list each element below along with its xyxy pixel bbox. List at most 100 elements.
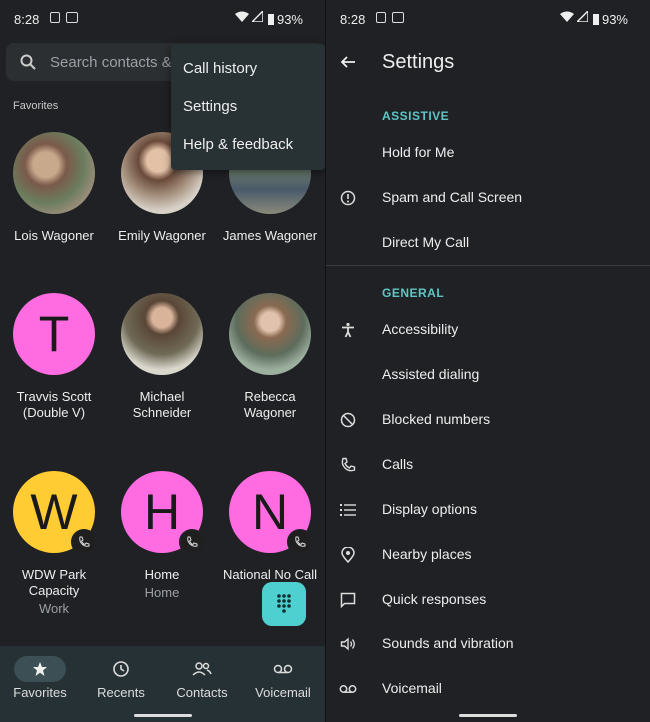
- setting-quick-responses[interactable]: Quick responses: [326, 580, 650, 620]
- contact-rebecca-wagoner[interactable]: Rebecca Wagoner: [216, 293, 324, 421]
- bottom-navigation: Favorites Recents Contacts Voicemail: [0, 646, 325, 722]
- setting-label: Sounds and vibration: [382, 635, 514, 651]
- battery-level: 93%: [267, 12, 303, 27]
- avatar: [121, 293, 203, 375]
- avatar: H: [121, 471, 205, 555]
- setting-voicemail[interactable]: Voicemail: [326, 669, 650, 709]
- star-icon: [14, 656, 66, 682]
- overflow-menu: Call history Settings Help & feedback: [171, 44, 325, 170]
- setting-spam-call-screen[interactable]: Spam and Call Screen: [326, 178, 650, 218]
- speaker-icon: [338, 634, 358, 654]
- contact-name: Home: [144, 567, 180, 582]
- setting-nearby-places[interactable]: Nearby places: [326, 535, 650, 575]
- contact-travvis-scott[interactable]: T Travvis Scott (Double V): [0, 293, 108, 421]
- setting-assisted-dialing[interactable]: Assisted dialing: [326, 355, 650, 395]
- search-icon: [20, 54, 36, 70]
- contact-name: WDW Park Capacity: [21, 567, 87, 598]
- avatar: [229, 293, 311, 375]
- setting-label: Voicemail: [382, 680, 442, 696]
- voicemail-icon: [338, 679, 358, 699]
- list-icon: [338, 500, 358, 520]
- back-arrow-icon[interactable]: [340, 54, 356, 75]
- section-divider: [326, 265, 650, 266]
- setting-label: Accessibility: [382, 321, 459, 337]
- avatar: [13, 132, 95, 214]
- phone-icon[interactable]: [179, 529, 205, 555]
- battery-icon: [592, 14, 599, 25]
- contact-label: Home: [144, 585, 180, 600]
- calendar-icon: [392, 12, 404, 23]
- contact-lois-wagoner[interactable]: Lois Wagoner: [0, 132, 108, 244]
- avatar: W: [13, 471, 97, 555]
- settings-screen: 8:28 93% Settings ASSISTIVE Hold for Me …: [326, 0, 650, 722]
- status-bar: 8:28 93%: [326, 0, 650, 36]
- contact-photo: [121, 293, 203, 375]
- setting-label: Blocked numbers: [382, 411, 491, 427]
- contact-label: Work: [38, 601, 70, 616]
- contact-wdw-park-capacity[interactable]: W WDW Park Capacity Work: [0, 471, 108, 619]
- setting-label: Display options: [382, 501, 477, 517]
- menu-item-help-feedback[interactable]: Help & feedback: [183, 136, 293, 153]
- contact-name: Emily Wagoner: [118, 228, 206, 243]
- contact-name: National No Call: [223, 567, 317, 582]
- setting-direct-my-call[interactable]: Direct My Call: [326, 223, 650, 263]
- search-placeholder: Search contacts &: [50, 54, 172, 71]
- phone-icon[interactable]: [287, 529, 313, 555]
- setting-label: Calls: [382, 456, 414, 472]
- contact-photo: [229, 293, 311, 375]
- wifi-icon: [235, 11, 249, 22]
- setting-display-options[interactable]: Display options: [326, 490, 650, 530]
- phone-favorites-screen: 8:28 93% Search contacts & Favorites Loi…: [0, 0, 325, 722]
- alert-icon: [338, 188, 358, 208]
- contact-home[interactable]: H Home Home: [108, 471, 216, 603]
- notification-icon: [50, 12, 60, 23]
- menu-item-settings[interactable]: Settings: [183, 98, 237, 115]
- status-time: 8:28: [340, 12, 366, 27]
- contact-name: James Wagoner: [222, 228, 318, 243]
- setting-label: Nearby places: [382, 546, 472, 562]
- gesture-bar[interactable]: [134, 714, 192, 717]
- battery-icon: [267, 14, 274, 25]
- contact-michael-schneider[interactable]: Michael Schneider: [108, 293, 216, 421]
- section-header-general: GENERAL: [382, 286, 445, 300]
- phone-icon[interactable]: [71, 529, 97, 555]
- menu-item-call-history[interactable]: Call history: [183, 60, 257, 77]
- contact-name: Travvis Scott (Double V): [16, 389, 92, 420]
- setting-label: Spam and Call Screen: [382, 189, 523, 205]
- phone-icon: [338, 455, 358, 475]
- nav-label: Contacts: [176, 685, 228, 700]
- page-title: Settings: [382, 51, 455, 73]
- avatar: T: [13, 293, 95, 375]
- contact-name: Rebecca Wagoner: [243, 389, 297, 420]
- cell-signal-icon: [577, 11, 588, 22]
- people-icon: [176, 656, 228, 682]
- nav-label: Recents: [97, 685, 145, 700]
- block-icon: [338, 410, 358, 430]
- voicemail-icon: [257, 656, 309, 682]
- setting-hold-for-me[interactable]: Hold for Me: [326, 133, 650, 173]
- setting-label: Direct My Call: [382, 234, 470, 250]
- setting-calls[interactable]: Calls: [326, 445, 650, 485]
- message-icon: [338, 590, 358, 610]
- gesture-bar[interactable]: [459, 714, 517, 717]
- nav-label: Favorites: [13, 685, 67, 700]
- notification-icon: [376, 12, 386, 23]
- avatar: N: [229, 471, 313, 555]
- nav-label: Voicemail: [255, 685, 311, 700]
- setting-accessibility[interactable]: Accessibility: [326, 310, 650, 350]
- signal-icons: [560, 11, 588, 22]
- battery-level: 93%: [592, 12, 628, 27]
- signal-icons: [235, 11, 263, 22]
- section-header-assistive: ASSISTIVE: [382, 109, 450, 123]
- setting-sounds-vibration[interactable]: Sounds and vibration: [326, 624, 650, 664]
- contact-photo: [13, 132, 95, 214]
- contact-name: Michael Schneider: [132, 389, 192, 420]
- contact-name: Lois Wagoner: [14, 228, 94, 243]
- status-bar: 8:28 93%: [0, 0, 325, 36]
- calendar-icon: [66, 12, 78, 23]
- favorites-label: Favorites: [13, 100, 59, 112]
- dialpad-button[interactable]: [262, 582, 306, 626]
- location-icon: [338, 545, 358, 565]
- setting-blocked-numbers[interactable]: Blocked numbers: [326, 400, 650, 440]
- accessibility-icon: [338, 320, 358, 340]
